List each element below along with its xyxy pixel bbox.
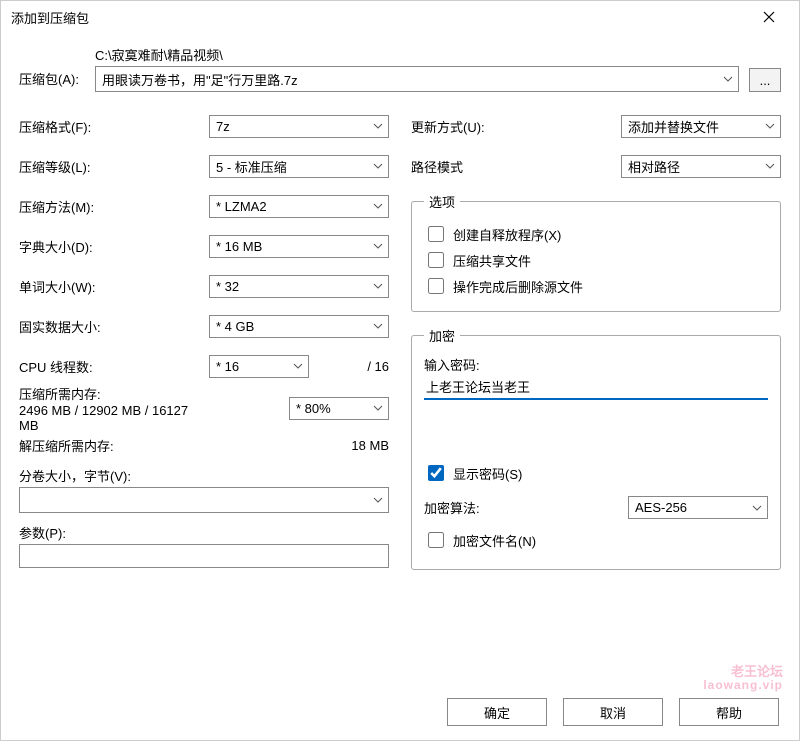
chevron-down-icon [762,121,778,131]
chevron-down-icon [370,121,386,131]
chevron-down-icon [370,241,386,251]
encrypt-names-label: 加密文件名(N) [453,531,536,550]
chevron-down-icon [720,74,736,84]
close-button[interactable] [747,3,791,31]
delete-label: 操作完成后删除源文件 [453,277,583,296]
shared-checkbox[interactable] [428,252,444,268]
update-select[interactable]: 添加并替换文件 [621,115,781,138]
chevron-down-icon [370,281,386,291]
method-label: 压缩方法(M): [19,197,209,216]
threads-select[interactable]: * 16 [209,355,309,378]
params-input[interactable] [19,544,389,568]
dict-label: 字典大小(D): [19,237,209,256]
chevron-down-icon [370,495,386,505]
word-select[interactable]: * 32 [209,275,389,298]
mem-comp-value: 2496 MB / 12902 MB / 16127 MB [19,403,209,433]
watermark: 老王论坛 laowang.vip [703,665,783,692]
chevron-down-icon [749,503,765,513]
params-label: 参数(P): [19,523,389,542]
chevron-down-icon [290,361,306,371]
encrypt-names-checkbox[interactable] [428,532,444,548]
options-legend: 选项 [424,192,460,211]
archive-label: 压缩包(A): [19,69,95,92]
help-button[interactable]: 帮助 [679,698,779,726]
level-select[interactable]: 5 - 标准压缩 [209,155,389,178]
update-label: 更新方式(U): [411,117,621,136]
archive-name-combo[interactable]: 用眼读万卷书，用"足"行万里路.7z [95,66,739,92]
chevron-down-icon [370,403,386,413]
threads-max: / 16 [317,359,389,374]
archive-name-value: 用眼读万卷书，用"足"行万里路.7z [102,70,720,89]
solid-select[interactable]: * 4 GB [209,315,389,338]
pathmode-label: 路径模式 [411,157,621,176]
shared-label: 压缩共享文件 [453,251,531,270]
split-combo[interactable] [19,487,389,513]
pathmode-select[interactable]: 相对路径 [621,155,781,178]
cancel-button[interactable]: 取消 [563,698,663,726]
encryption-legend: 加密 [424,326,460,345]
solid-label: 固实数据大小: [19,317,209,336]
password-input[interactable] [424,374,768,400]
archive-path: C:\寂寞难耐\精品视频\ [95,45,739,64]
split-label: 分卷大小，字节(V): [19,466,389,485]
mem-comp-label: 压缩所需内存: [19,384,209,403]
chevron-down-icon [370,161,386,171]
word-label: 单词大小(W): [19,277,209,296]
chevron-down-icon [370,321,386,331]
ok-button[interactable]: 确定 [447,698,547,726]
chevron-down-icon [370,201,386,211]
show-password-label: 显示密码(S) [453,464,522,483]
sfx-label: 创建自释放程序(X) [453,225,561,244]
enc-method-select[interactable]: AES-256 [628,496,768,519]
mem-decomp-value: 18 MB [209,438,389,453]
format-select[interactable]: 7z [209,115,389,138]
sfx-checkbox[interactable] [428,226,444,242]
chevron-down-icon [762,161,778,171]
window-title: 添加到压缩包 [11,8,747,27]
show-password-checkbox[interactable] [428,465,444,481]
mem-pct-select[interactable]: * 80% [289,397,389,420]
threads-label: CPU 线程数: [19,357,209,376]
browse-button[interactable]: ... [749,68,781,92]
encryption-group: 加密 输入密码: 显示密码(S) 加密算法: AES-256 加密文件名(N) [411,326,781,570]
enc-method-label: 加密算法: [424,498,628,517]
password-label: 输入密码: [424,355,768,374]
options-group: 选项 创建自释放程序(X) 压缩共享文件 操作完成后删除源文件 [411,192,781,312]
mem-decomp-label: 解压缩所需内存: [19,436,209,455]
format-label: 压缩格式(F): [19,117,209,136]
level-label: 压缩等级(L): [19,157,209,176]
method-select[interactable]: * LZMA2 [209,195,389,218]
delete-checkbox[interactable] [428,278,444,294]
dict-select[interactable]: * 16 MB [209,235,389,258]
